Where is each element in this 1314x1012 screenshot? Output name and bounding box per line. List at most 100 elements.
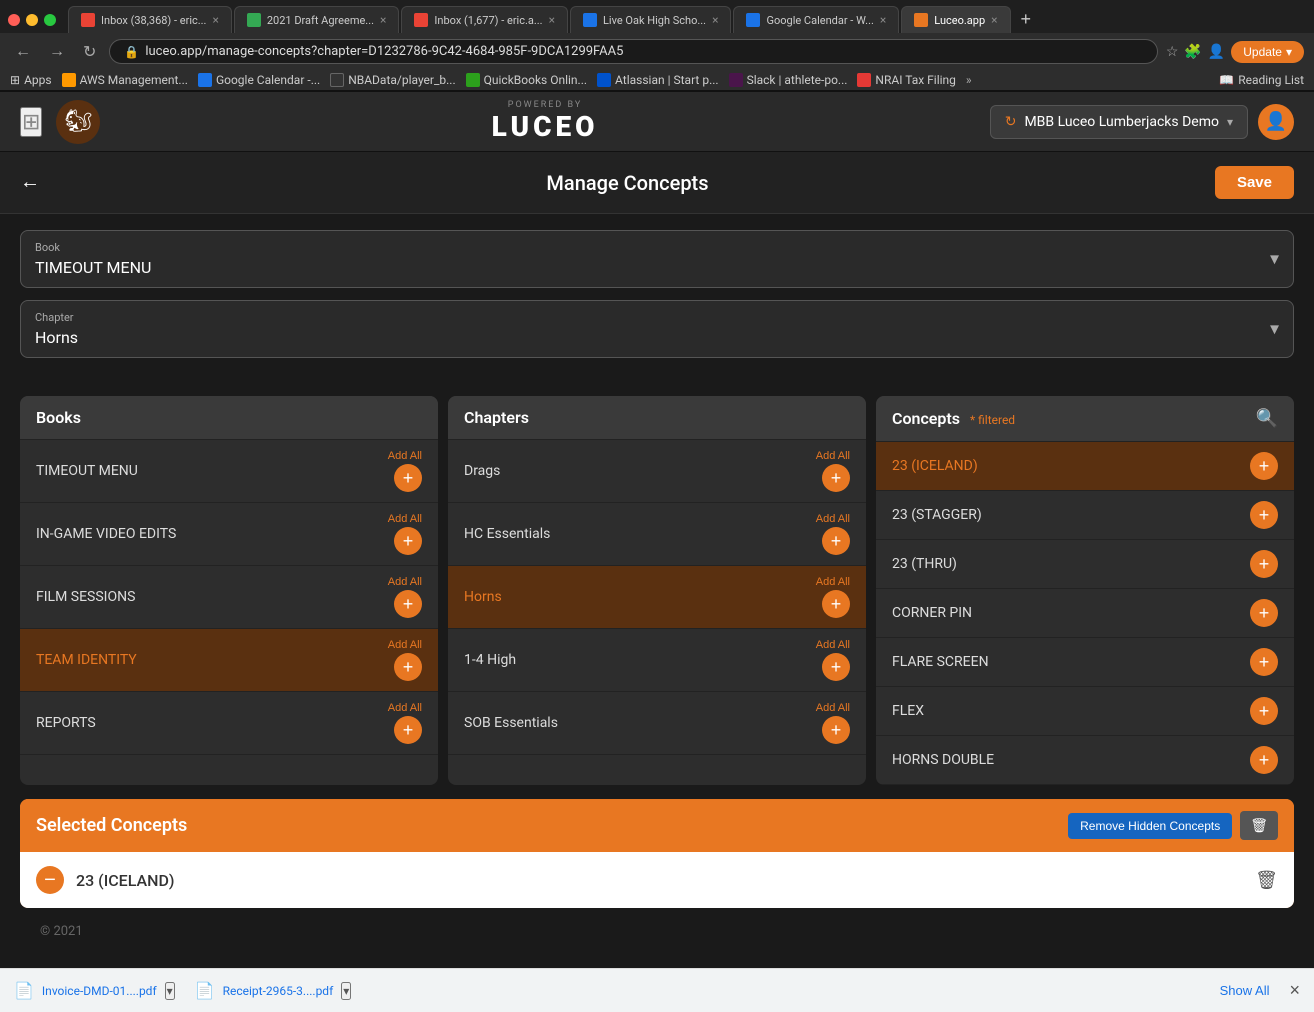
- new-tab-button[interactable]: +: [1013, 9, 1040, 30]
- book-item-4[interactable]: TEAM IDENTITY Add All +: [20, 629, 438, 692]
- back-nav-button[interactable]: ←: [10, 41, 36, 63]
- tab-close-4[interactable]: ×: [712, 13, 718, 27]
- save-button[interactable]: Save: [1215, 166, 1294, 199]
- book-item-3-add-btn[interactable]: +: [394, 590, 422, 618]
- profile-button[interactable]: 👤: [1208, 43, 1225, 60]
- chapter-item-5-add-btn[interactable]: +: [822, 716, 850, 744]
- show-all-button[interactable]: Show All: [1220, 983, 1270, 998]
- concept-item-1[interactable]: 23 (ICELAND) +: [876, 442, 1294, 491]
- apps-grid-icon: ⊞: [10, 73, 20, 87]
- bookmark-gcal-label: Google Calendar -...: [216, 73, 320, 87]
- book-item-1[interactable]: TIMEOUT MENU Add All +: [20, 440, 438, 503]
- book-item-4-add-btn[interactable]: +: [394, 653, 422, 681]
- chapter-field[interactable]: Chapter Horns ▾: [20, 300, 1294, 358]
- book-item-2-add-all[interactable]: Add All: [388, 513, 422, 525]
- concept-item-5[interactable]: FLARE SCREEN +: [876, 638, 1294, 687]
- concept-item-5-add-btn[interactable]: +: [1250, 648, 1278, 676]
- chapter-item-2-add-btn[interactable]: +: [822, 527, 850, 555]
- chapter-item-5[interactable]: SOB Essentials Add All +: [448, 692, 866, 755]
- chapter-item-4-add-btn[interactable]: +: [822, 653, 850, 681]
- book-item-4-add-all[interactable]: Add All: [388, 639, 422, 651]
- book-item-5-add-btn[interactable]: +: [394, 716, 422, 744]
- chapter-item-1-add-btn[interactable]: +: [822, 464, 850, 492]
- concepts-panel: Concepts * filtered 🔍 23 (ICELAND) + 23 …: [876, 396, 1294, 785]
- book-item-3[interactable]: FILM SESSIONS Add All +: [20, 566, 438, 629]
- tab-close-2[interactable]: ×: [380, 13, 386, 27]
- bookmark-gcal[interactable]: Google Calendar -...: [198, 73, 320, 87]
- book-item-1-add-all[interactable]: Add All: [388, 450, 422, 462]
- concept-item-2-add-btn[interactable]: +: [1250, 501, 1278, 529]
- concept-item-2[interactable]: 23 (STAGGER) +: [876, 491, 1294, 540]
- update-button[interactable]: Update ▾: [1231, 41, 1304, 63]
- team-selector[interactable]: ↻ MBB Luceo Lumberjacks Demo ▾: [990, 105, 1248, 139]
- tab-favicon-2: [247, 13, 261, 27]
- browser-tab-4[interactable]: Live Oak High Scho... ×: [570, 6, 732, 33]
- chapter-item-3[interactable]: Horns Add All +: [448, 566, 866, 629]
- team-chevron-icon: ▾: [1227, 115, 1233, 129]
- concept-item-7[interactable]: HORNS DOUBLE +: [876, 736, 1294, 785]
- chapter-item-5-add-all[interactable]: Add All: [816, 702, 850, 714]
- back-button[interactable]: ←: [20, 171, 40, 194]
- window-maximize-btn[interactable]: [44, 14, 56, 26]
- extensions-button[interactable]: 🧩: [1184, 43, 1201, 60]
- book-item-1-actions: Add All +: [388, 450, 422, 492]
- book-item-2-add-btn[interactable]: +: [394, 527, 422, 555]
- bookmark-star-button[interactable]: ☆: [1166, 43, 1179, 60]
- chapter-item-3-add-btn[interactable]: +: [822, 590, 850, 618]
- concept-item-4[interactable]: CORNER PIN +: [876, 589, 1294, 638]
- concept-item-1-add-btn[interactable]: +: [1250, 452, 1278, 480]
- chapter-item-4-add-all[interactable]: Add All: [816, 639, 850, 651]
- chapter-item-3-add-all[interactable]: Add All: [816, 576, 850, 588]
- book-item-5-add-all[interactable]: Add All: [388, 702, 422, 714]
- concepts-search-button[interactable]: 🔍: [1256, 408, 1278, 429]
- bookmark-atlassian[interactable]: Atlassian | Start p...: [597, 73, 719, 87]
- reload-nav-button[interactable]: ↻: [78, 40, 101, 64]
- address-bar[interactable]: 🔒 luceo.app/manage-concepts?chapter=D123…: [109, 39, 1157, 64]
- book-item-2[interactable]: IN-GAME VIDEO EDITS Add All +: [20, 503, 438, 566]
- window-minimize-btn[interactable]: [26, 14, 38, 26]
- chapter-item-2-add-all[interactable]: Add All: [816, 513, 850, 525]
- bookmarks-more[interactable]: »: [966, 73, 972, 87]
- selected-item-1-trash-btn[interactable]: 🗑: [1255, 870, 1278, 891]
- bookmark-nrai[interactable]: NRAI Tax Filing: [857, 73, 956, 87]
- bookmark-apps[interactable]: ⊞ Apps: [10, 73, 52, 87]
- concept-item-3[interactable]: 23 (THRU) +: [876, 540, 1294, 589]
- delete-all-button[interactable]: 🗑: [1240, 811, 1278, 840]
- forward-nav-button[interactable]: →: [44, 41, 70, 63]
- reading-list-btn[interactable]: 📖 Reading List: [1219, 73, 1304, 87]
- browser-tab-5[interactable]: Google Calendar - W... ×: [733, 6, 899, 33]
- book-item-3-add-all[interactable]: Add All: [388, 576, 422, 588]
- concept-item-7-add-btn[interactable]: +: [1250, 746, 1278, 774]
- app-grid-button[interactable]: ⊞: [20, 107, 42, 137]
- bookmark-slack[interactable]: Slack | athlete-po...: [729, 73, 848, 87]
- concept-item-6-add-btn[interactable]: +: [1250, 697, 1278, 725]
- tab-close-3[interactable]: ×: [549, 13, 555, 27]
- user-avatar-button[interactable]: 👤: [1258, 104, 1294, 140]
- browser-tab-1[interactable]: Inbox (38,368) - eric... ×: [68, 6, 232, 33]
- book-field[interactable]: Book TIMEOUT MENU ▾: [20, 230, 1294, 288]
- browser-tab-6[interactable]: Luceo.app ×: [901, 6, 1010, 33]
- download-item-2-chevron[interactable]: ▾: [341, 982, 351, 1000]
- book-item-1-add-btn[interactable]: +: [394, 464, 422, 492]
- chapter-item-2[interactable]: HC Essentials Add All +: [448, 503, 866, 566]
- chapter-item-1-add-all[interactable]: Add All: [816, 450, 850, 462]
- chapter-item-1[interactable]: Drags Add All +: [448, 440, 866, 503]
- remove-hidden-button[interactable]: Remove Hidden Concepts: [1068, 813, 1232, 839]
- download-item-1-chevron[interactable]: ▾: [165, 982, 175, 1000]
- tab-close-1[interactable]: ×: [212, 13, 218, 27]
- browser-tab-3[interactable]: Inbox (1,677) - eric.a... ×: [401, 6, 568, 33]
- tab-close-6[interactable]: ×: [991, 13, 997, 27]
- selected-item-1-minus-btn[interactable]: −: [36, 866, 64, 894]
- concept-item-6[interactable]: FLEX +: [876, 687, 1294, 736]
- browser-tab-2[interactable]: 2021 Draft Agreeme... ×: [234, 6, 400, 33]
- download-bar-close-button[interactable]: ×: [1289, 980, 1300, 1001]
- bookmark-nba[interactable]: NBAData/player_b...: [330, 73, 455, 87]
- window-close-btn[interactable]: [8, 14, 20, 26]
- concept-item-3-add-btn[interactable]: +: [1250, 550, 1278, 578]
- bookmark-qb[interactable]: QuickBooks Onlin...: [466, 73, 587, 87]
- bookmark-aws[interactable]: AWS Management...: [62, 73, 188, 87]
- tab-close-5[interactable]: ×: [880, 13, 886, 27]
- concept-item-4-add-btn[interactable]: +: [1250, 599, 1278, 627]
- chapter-item-4[interactable]: 1-4 High Add All +: [448, 629, 866, 692]
- book-item-5[interactable]: REPORTS Add All +: [20, 692, 438, 755]
